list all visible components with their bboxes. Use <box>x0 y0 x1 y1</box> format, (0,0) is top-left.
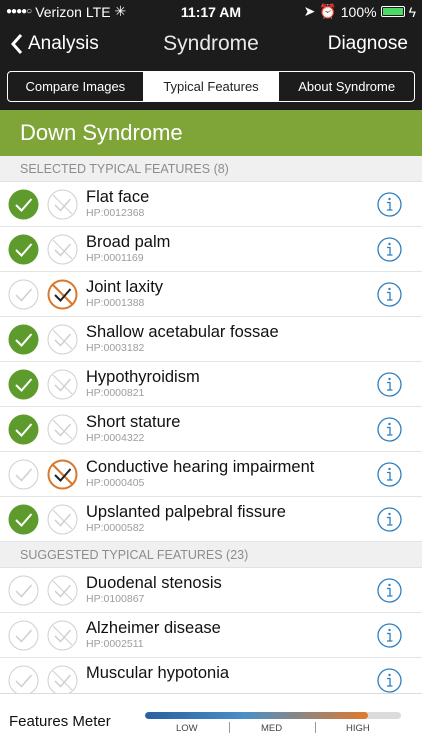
absent-toggle-icon[interactable] <box>47 620 78 651</box>
feature-row[interactable]: Shallow acetabular fossae HP:0003182 <box>0 317 422 362</box>
location-icon: ➤ <box>303 3 316 19</box>
feature-row[interactable]: Joint laxity HP:0001388 <box>0 272 422 317</box>
present-check-icon[interactable] <box>8 414 39 445</box>
feature-row[interactable]: Conductive hearing impairment HP:0000405 <box>0 452 422 497</box>
alarm-icon: ⏰ <box>319 3 337 19</box>
feature-hp-code: HP:0100867 <box>86 593 145 605</box>
absent-toggle-icon[interactable] <box>47 504 78 535</box>
feature-name: Shallow acetabular fossae <box>86 323 279 341</box>
feature-hp-code: HP:0000582 <box>86 522 145 534</box>
meter-tick-low-med <box>229 722 230 733</box>
present-check-icon[interactable] <box>8 279 39 310</box>
absent-toggle-icon[interactable] <box>47 459 78 490</box>
feature-name: Flat face <box>86 188 150 206</box>
feature-hp-code: HP:0000405 <box>86 477 145 489</box>
info-icon[interactable] <box>377 282 402 307</box>
absent-toggle-icon[interactable] <box>47 369 78 400</box>
feature-name: Short stature <box>86 413 181 431</box>
info-icon[interactable] <box>377 237 402 262</box>
feature-name: Joint laxity <box>86 278 164 296</box>
feature-name: Hypothyroidism <box>86 368 200 386</box>
present-check-icon[interactable] <box>8 234 39 265</box>
absent-toggle-icon[interactable] <box>47 414 78 445</box>
feature-hp-code: HP:0002511 <box>86 638 144 650</box>
battery-percent: 100% <box>340 3 377 20</box>
feature-row[interactable]: Flat face HP:0012368 <box>0 182 422 227</box>
feature-hp-code: HP:0000821 <box>86 387 145 399</box>
info-icon[interactable] <box>377 507 402 532</box>
features-meter-bar <box>145 712 401 719</box>
present-check-icon[interactable] <box>8 369 39 400</box>
feature-name: Conductive hearing impairment <box>86 458 315 476</box>
meter-level-med: MED <box>261 723 283 734</box>
feature-name: Broad palm <box>86 233 171 251</box>
info-icon[interactable] <box>377 668 402 693</box>
chevron-left-icon <box>10 34 23 54</box>
tab-compare-images[interactable]: Compare Images <box>8 72 144 101</box>
absent-toggle-icon[interactable] <box>47 279 78 310</box>
absent-toggle-icon[interactable] <box>47 665 78 696</box>
feature-name: Duodenal stenosis <box>86 574 222 592</box>
battery-icon <box>380 6 405 17</box>
info-icon[interactable] <box>377 192 402 217</box>
signal-icon: ●●●●○ <box>6 6 32 17</box>
feature-row[interactable]: Duodenal stenosis HP:0100867 <box>0 568 422 613</box>
status-bar: ●●●●○ Verizon LTE ✳ 11:17 AM ➤ ⏰ 100% ϟ <box>0 0 422 23</box>
feature-row[interactable]: Alzheimer disease HP:0002511 <box>0 613 422 658</box>
feature-name: Upslanted palpebral fissure <box>86 503 286 521</box>
info-icon[interactable] <box>377 372 402 397</box>
present-check-icon[interactable] <box>8 504 39 535</box>
diagnose-button[interactable]: Diagnose <box>328 33 408 55</box>
present-check-icon[interactable] <box>8 620 39 651</box>
absent-toggle-icon[interactable] <box>47 189 78 220</box>
navigation-bar: Analysis Syndrome Diagnose <box>0 23 422 65</box>
info-icon[interactable] <box>377 462 402 487</box>
feature-hp-code: HP:0012368 <box>86 207 145 219</box>
feature-row[interactable]: Hypothyroidism HP:0000821 <box>0 362 422 407</box>
features-meter: Features Meter LOW MED HIGH <box>0 693 422 750</box>
meter-level-low: LOW <box>176 723 198 734</box>
back-button-label: Analysis <box>28 33 99 54</box>
feature-row[interactable]: Short stature HP:0004322 <box>0 407 422 452</box>
feature-hp-code: HP:0001169 <box>86 252 144 264</box>
present-check-icon[interactable] <box>8 575 39 606</box>
absent-toggle-icon[interactable] <box>47 234 78 265</box>
feature-hp-code: HP:0001388 <box>86 297 145 309</box>
absent-toggle-icon[interactable] <box>47 575 78 606</box>
tab-bar: Compare Images Typical Features About Sy… <box>0 65 422 106</box>
absent-toggle-icon[interactable] <box>47 324 78 355</box>
feature-row[interactable]: Broad palm HP:0001169 <box>0 227 422 272</box>
present-check-icon[interactable] <box>8 459 39 490</box>
suggested-section-header: SUGGESTED TYPICAL FEATURES (23) <box>0 542 422 568</box>
feature-name: Muscular hypotonia <box>86 664 230 682</box>
info-icon[interactable] <box>377 578 402 603</box>
tab-typical-features[interactable]: Typical Features <box>143 72 280 101</box>
charging-icon: ϟ <box>408 3 416 20</box>
info-icon[interactable] <box>377 417 402 442</box>
present-check-icon[interactable] <box>8 324 39 355</box>
meter-tick-med-high <box>315 722 316 733</box>
present-check-icon[interactable] <box>8 189 39 220</box>
meter-level-high: HIGH <box>346 723 370 734</box>
feature-row[interactable]: Upslanted palpebral fissure HP:0000582 <box>0 497 422 542</box>
carrier-label: Verizon <box>35 3 82 20</box>
activity-icon: ✳ <box>114 3 127 19</box>
selected-section-header: SELECTED TYPICAL FEATURES (8) <box>0 156 422 182</box>
present-check-icon[interactable] <box>8 665 39 696</box>
info-icon[interactable] <box>377 623 402 648</box>
back-button[interactable]: Analysis <box>10 33 99 55</box>
tab-about-syndrome[interactable]: About Syndrome <box>279 72 414 101</box>
feature-hp-code: HP:0004322 <box>86 432 145 444</box>
features-meter-label: Features Meter <box>9 713 111 730</box>
feature-hp-code: HP:0003182 <box>86 342 145 354</box>
network-label: LTE <box>85 3 111 20</box>
feature-name: Alzheimer disease <box>86 619 221 637</box>
syndrome-banner: Down Syndrome <box>0 110 422 156</box>
feature-list[interactable]: SELECTED TYPICAL FEATURES (8) Flat face H… <box>0 156 422 703</box>
